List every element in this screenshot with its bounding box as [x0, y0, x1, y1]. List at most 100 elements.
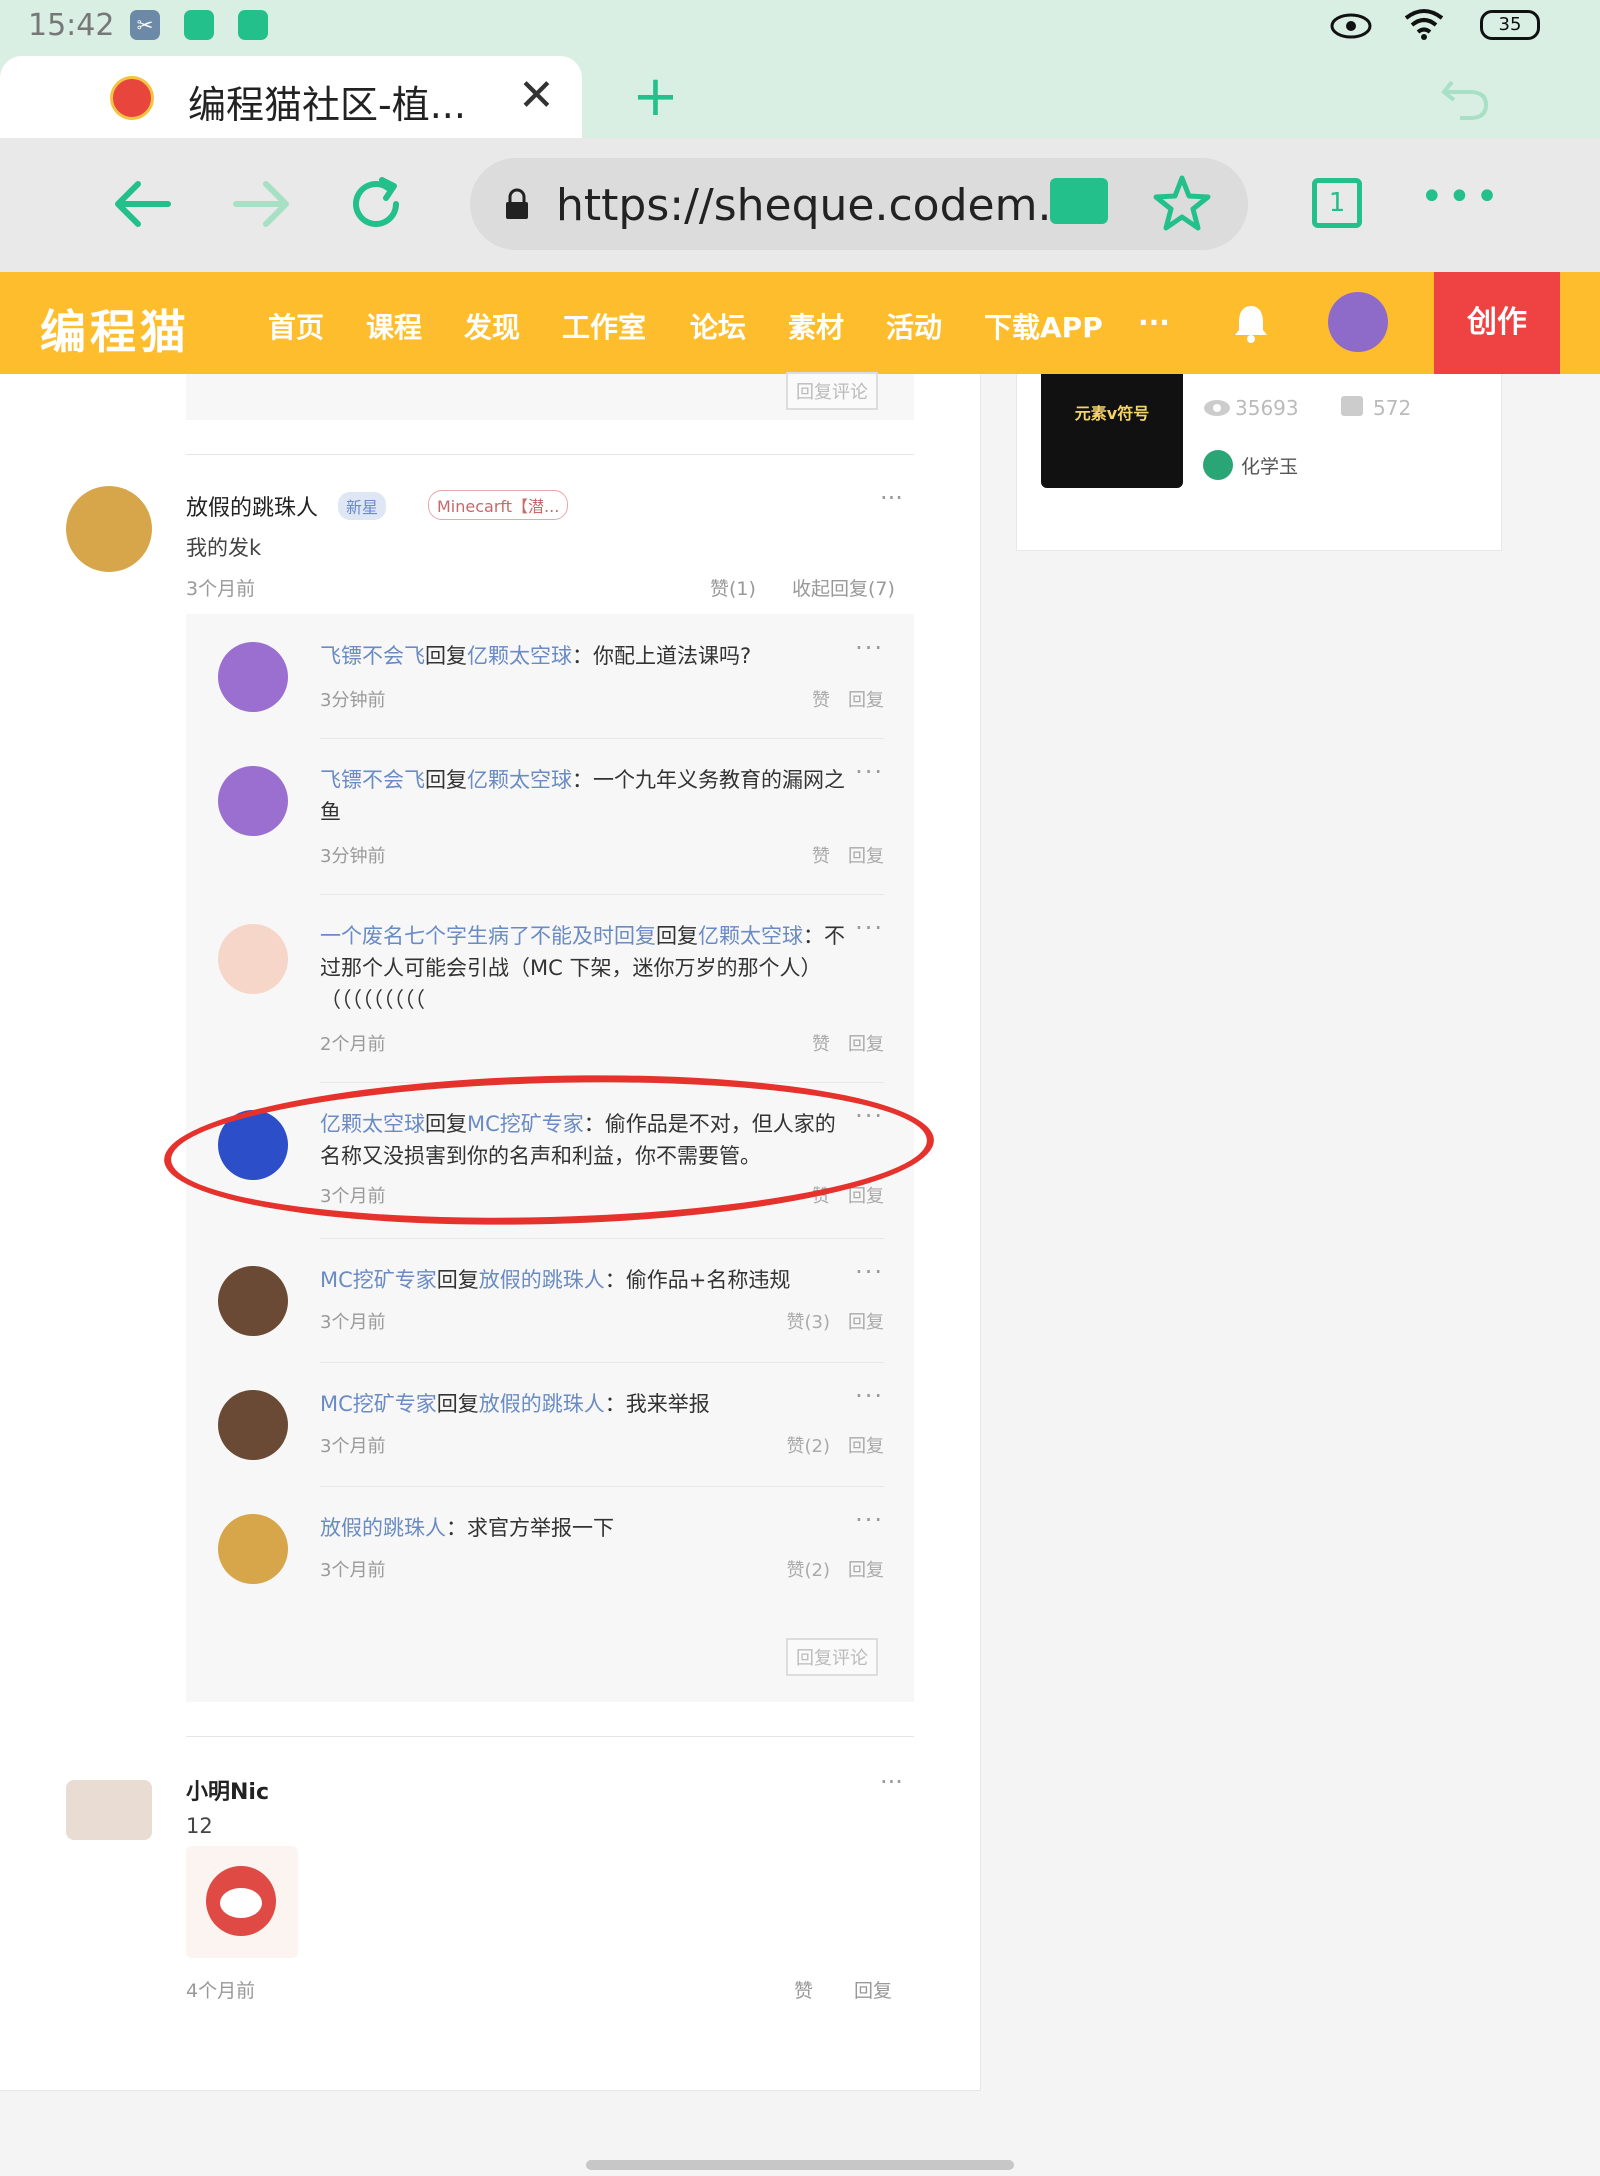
- nav-activities[interactable]: 活动: [886, 306, 942, 346]
- back-arrow-icon[interactable]: [112, 178, 172, 230]
- reply-avatar[interactable]: [218, 1266, 288, 1336]
- reply-reply-button[interactable]: 回复: [848, 690, 884, 711]
- reply-comment-button[interactable]: 回复评论: [786, 1638, 878, 1676]
- reply-like-button[interactable]: 赞(2): [787, 1560, 831, 1581]
- comment-more-icon[interactable]: ···: [880, 1768, 903, 1796]
- reply-divider: [320, 894, 884, 895]
- reply-time: 3个月前: [320, 1436, 386, 1457]
- reply-reply-button[interactable]: 回复: [848, 1034, 884, 1055]
- comment-more-icon[interactable]: ···: [880, 484, 903, 512]
- reply-more-icon[interactable]: ···: [855, 914, 884, 942]
- browser-tab[interactable]: 编程猫社区-植... ✕: [0, 56, 582, 138]
- reply-from-link[interactable]: MC挖矿专家: [320, 1268, 437, 1292]
- user-avatar[interactable]: [1328, 292, 1388, 352]
- work-author[interactable]: 化学玉: [1241, 452, 1298, 479]
- reply-actions: 赞(2) 回复: [787, 1432, 885, 1458]
- reply-more-icon[interactable]: ···: [855, 758, 884, 786]
- reply-time: 3个月前: [320, 1312, 386, 1333]
- reply-reply-button[interactable]: 回复: [848, 1560, 884, 1581]
- reply-text: MC挖矿专家回复放假的跳珠人：偷作品+名称违规: [320, 1268, 791, 1292]
- reply-reply-button[interactable]: 回复: [848, 1312, 884, 1333]
- reply-more-icon[interactable]: ···: [855, 1506, 884, 1534]
- reply-body: 你配上道法课吗?: [593, 644, 752, 668]
- side-work-card[interactable]: 元素v符号 35693 572 化学玉: [1016, 374, 1502, 551]
- studio-tag[interactable]: Minecarft【潜...: [428, 490, 569, 520]
- app-icon: [184, 10, 214, 40]
- mascot-sticker-image: [186, 1846, 298, 1958]
- comment-like-button[interactable]: 赞: [794, 1976, 813, 2003]
- nav-studio[interactable]: 工作室: [562, 306, 646, 346]
- reply-avatar[interactable]: [218, 1514, 288, 1584]
- nav-home[interactable]: 首页: [268, 306, 324, 346]
- reply-text: 飞镖不会飞回复亿颗太空球：一个九年义务教育的漏网之鱼: [320, 768, 845, 824]
- nav-materials[interactable]: 素材: [788, 306, 844, 346]
- reply-comment-button-prev[interactable]: 回复评论: [786, 372, 878, 410]
- reply-word: 回复: [436, 1268, 479, 1292]
- reply-text: MC挖矿专家回复放假的跳珠人：我来举报: [320, 1392, 710, 1416]
- reply-like-button[interactable]: 赞(2): [787, 1436, 831, 1457]
- reply-avatar[interactable]: [218, 642, 288, 712]
- tab-count-button[interactable]: 1: [1312, 178, 1362, 228]
- address-bar[interactable]: https://sheque.codem...: [470, 158, 1248, 250]
- work-views: 35693: [1235, 396, 1299, 420]
- reply-to-link[interactable]: 亿颗太空球: [467, 768, 572, 792]
- battery-level: 35: [1498, 14, 1522, 35]
- reply-more-icon[interactable]: ···: [855, 1258, 884, 1286]
- close-tab-icon[interactable]: ✕: [518, 70, 555, 121]
- reply-like-button[interactable]: 赞(3): [787, 1312, 831, 1333]
- reply-from-link[interactable]: 一个废名七个字生病了不能及时回复: [320, 924, 656, 948]
- reply-like-button[interactable]: 赞: [812, 846, 830, 867]
- bookmark-star-icon[interactable]: [1152, 174, 1212, 232]
- reply-avatar[interactable]: [218, 766, 288, 836]
- reply-time: 3个月前: [320, 1560, 386, 1581]
- screen-icon[interactable]: [1050, 178, 1108, 224]
- reply-from-link[interactable]: 飞镖不会飞: [320, 768, 425, 792]
- reply-reply-button[interactable]: 回复: [848, 1186, 884, 1207]
- reply-from-link[interactable]: 飞镖不会飞: [320, 644, 425, 668]
- site-favicon-icon: [110, 76, 154, 120]
- eye-icon: [1330, 13, 1372, 39]
- create-button[interactable]: 创作: [1434, 272, 1560, 374]
- bell-icon[interactable]: [1232, 302, 1270, 344]
- reply-to-link[interactable]: 放假的跳珠人: [479, 1268, 605, 1292]
- reply-word: 回复: [425, 768, 467, 792]
- undo-icon[interactable]: [1440, 74, 1490, 120]
- site-logo[interactable]: 编程猫: [40, 296, 190, 362]
- commenter-avatar[interactable]: [66, 1780, 152, 1840]
- author-avatar[interactable]: [1203, 450, 1233, 480]
- reply-more-icon[interactable]: ···: [855, 634, 884, 662]
- nav-download-app[interactable]: 下载APP: [984, 306, 1103, 346]
- comment-reply-button[interactable]: 回复: [854, 1976, 892, 2003]
- menu-dots-icon[interactable]: •••: [1420, 174, 1503, 220]
- new-tab-icon[interactable]: +: [632, 64, 679, 129]
- reply-actions: 赞(3) 回复: [787, 1308, 885, 1334]
- reply-from-link[interactable]: MC挖矿专家: [320, 1392, 437, 1416]
- reload-icon[interactable]: [346, 174, 406, 234]
- collapse-replies-button[interactable]: 收起回复(7): [792, 574, 895, 601]
- reply-from-link[interactable]: 放假的跳珠人: [320, 1516, 446, 1540]
- reply-reply-button[interactable]: 回复: [848, 846, 884, 867]
- studio-tag-label: Minecarft【潜...: [437, 497, 560, 516]
- forward-arrow-icon[interactable]: [232, 178, 292, 230]
- reply-to-link[interactable]: 亿颗太空球: [467, 644, 572, 668]
- reply-avatar[interactable]: [218, 924, 288, 994]
- reply-avatar[interactable]: [218, 1390, 288, 1460]
- reply-to-link[interactable]: 亿颗太空球: [698, 924, 803, 948]
- reply-like-button[interactable]: 赞: [812, 1034, 830, 1055]
- home-indicator[interactable]: [586, 2160, 1014, 2170]
- nav-discover[interactable]: 发现: [464, 306, 520, 346]
- nav-more[interactable]: ···: [1138, 306, 1170, 339]
- comment-author[interactable]: 小明Nic: [186, 1774, 269, 1806]
- reply-reply-button[interactable]: 回复: [848, 1436, 884, 1457]
- comment-like-button[interactable]: 赞(1): [710, 574, 756, 601]
- nav-forum[interactable]: 论坛: [690, 306, 746, 346]
- status-bar: 15:42 ✂ 35: [0, 0, 1600, 56]
- comment-time: 3个月前: [186, 578, 256, 600]
- reply-more-icon[interactable]: ···: [855, 1382, 884, 1410]
- lock-icon: [506, 188, 528, 219]
- reply-like-button[interactable]: 赞: [812, 690, 830, 711]
- commenter-avatar[interactable]: [66, 486, 152, 572]
- reply-to-link[interactable]: 放假的跳珠人: [479, 1392, 605, 1416]
- nav-courses[interactable]: 课程: [366, 306, 422, 346]
- comment-author[interactable]: 放假的跳珠人: [186, 490, 318, 522]
